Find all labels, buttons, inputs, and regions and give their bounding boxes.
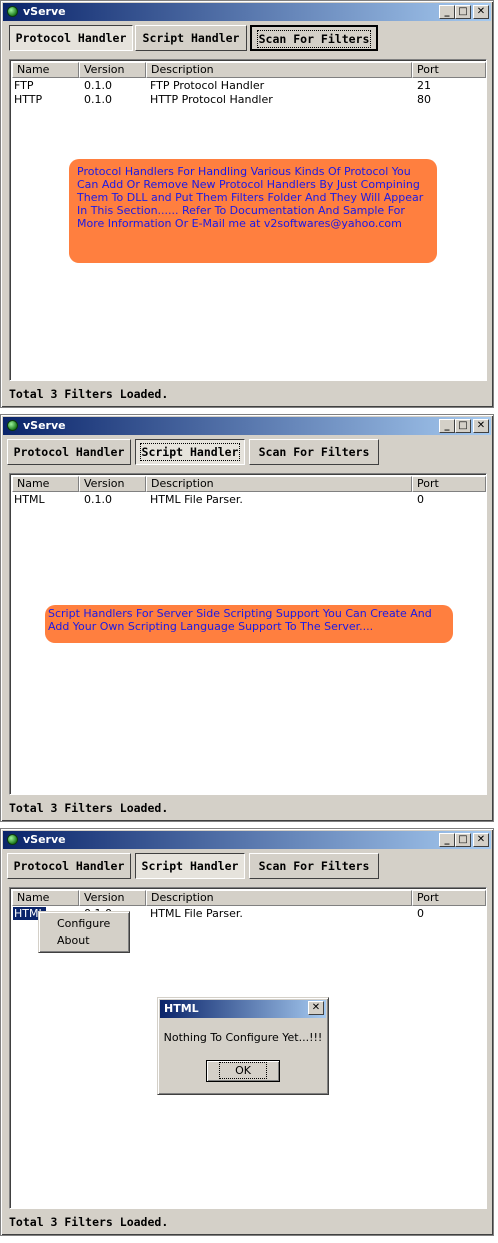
- cell-version: 0.1.0: [84, 93, 112, 106]
- window-title: vServe: [23, 419, 66, 432]
- tab-protocol-handler[interactable]: Protocol Handler: [7, 439, 131, 465]
- title-bar[interactable]: vServe _ □ ✕: [3, 417, 491, 435]
- cell-name: FTP: [14, 79, 34, 92]
- globe-icon: [7, 834, 18, 845]
- globe-icon: [7, 420, 18, 431]
- context-menu: Configure About: [38, 911, 130, 953]
- window-title: vServe: [23, 833, 66, 846]
- column-header-version[interactable]: Version: [79, 476, 146, 492]
- cell-description: HTTP Protocol Handler: [150, 93, 273, 106]
- window-script-handler-dialog: vServe _ □ ✕ Protocol Handler Script Han…: [0, 828, 494, 1236]
- message-dialog: HTML ✕ Nothing To Configure Yet...!!! OK: [157, 997, 329, 1095]
- close-button[interactable]: ✕: [473, 5, 489, 19]
- cell-version: 0.1.0: [84, 493, 112, 506]
- column-header-port[interactable]: Port: [412, 890, 486, 906]
- column-header-name[interactable]: Name: [12, 476, 79, 492]
- dialog-message: Nothing To Configure Yet...!!!: [163, 1031, 323, 1044]
- filter-list[interactable]: Name Version Description Port HTML 0.1.0…: [9, 473, 487, 795]
- minimize-button[interactable]: _: [439, 5, 455, 19]
- column-header-port[interactable]: Port: [412, 476, 486, 492]
- dialog-title: HTML: [164, 1002, 199, 1015]
- column-header-version[interactable]: Version: [79, 62, 146, 78]
- dialog-title-bar[interactable]: HTML ✕: [160, 1000, 326, 1018]
- globe-icon: [7, 6, 18, 17]
- close-button[interactable]: ✕: [473, 833, 489, 847]
- cell-version: 0.1.0: [84, 79, 112, 92]
- info-note: Protocol Handlers For Handling Various K…: [69, 159, 437, 263]
- cell-name: HTML: [14, 493, 45, 506]
- cell-port: 0: [417, 907, 424, 920]
- column-header-name[interactable]: Name: [12, 890, 79, 906]
- scan-for-filters-button[interactable]: Scan For Filters: [250, 25, 378, 51]
- maximize-button[interactable]: □: [455, 833, 471, 847]
- maximize-button[interactable]: □: [455, 419, 471, 433]
- info-note: Script Handlers For Server Side Scriptin…: [45, 605, 453, 643]
- column-header-name[interactable]: Name: [12, 62, 79, 78]
- cell-description: HTML File Parser.: [150, 493, 243, 506]
- close-button[interactable]: ✕: [473, 419, 489, 433]
- status-text: Total 3 Filters Loaded.: [9, 387, 169, 401]
- status-text: Total 3 Filters Loaded.: [9, 801, 169, 815]
- window-script-handler: vServe _ □ ✕ Protocol Handler Script Han…: [0, 414, 494, 822]
- window-protocol-handler: vServe _ □ ✕ Protocol Handler Script Han…: [0, 0, 494, 408]
- cell-port: 0: [417, 493, 424, 506]
- filter-list[interactable]: Name Version Description Port FTP 0.1.0 …: [9, 59, 487, 381]
- ok-button[interactable]: OK: [206, 1060, 280, 1082]
- title-bar[interactable]: vServe _ □ ✕: [3, 3, 491, 21]
- cell-port: 80: [417, 93, 431, 106]
- column-header-description[interactable]: Description: [146, 890, 412, 906]
- tab-script-handler[interactable]: Script Handler: [135, 25, 247, 51]
- dialog-close-button[interactable]: ✕: [308, 1001, 324, 1015]
- column-header-port[interactable]: Port: [412, 62, 486, 78]
- minimize-button[interactable]: _: [439, 833, 455, 847]
- column-header-description[interactable]: Description: [146, 476, 412, 492]
- minimize-button[interactable]: _: [439, 419, 455, 433]
- scan-for-filters-button[interactable]: Scan For Filters: [249, 853, 379, 879]
- cell-description: FTP Protocol Handler: [150, 79, 265, 92]
- tab-protocol-handler[interactable]: Protocol Handler: [7, 853, 131, 879]
- cell-name: HTTP: [14, 93, 43, 106]
- title-bar[interactable]: vServe _ □ ✕: [3, 831, 491, 849]
- tab-script-handler[interactable]: Script Handler: [135, 439, 245, 465]
- menu-item-about[interactable]: About: [57, 934, 90, 947]
- window-title: vServe: [23, 5, 66, 18]
- tab-script-handler[interactable]: Script Handler: [135, 853, 245, 879]
- scan-for-filters-button[interactable]: Scan For Filters: [249, 439, 379, 465]
- cell-description: HTML File Parser.: [150, 907, 243, 920]
- column-header-description[interactable]: Description: [146, 62, 412, 78]
- tab-protocol-handler[interactable]: Protocol Handler: [9, 25, 133, 51]
- cell-port: 21: [417, 79, 431, 92]
- column-header-version[interactable]: Version: [79, 890, 146, 906]
- maximize-button[interactable]: □: [455, 5, 471, 19]
- status-text: Total 3 Filters Loaded.: [9, 1215, 169, 1229]
- menu-item-configure[interactable]: Configure: [57, 917, 110, 930]
